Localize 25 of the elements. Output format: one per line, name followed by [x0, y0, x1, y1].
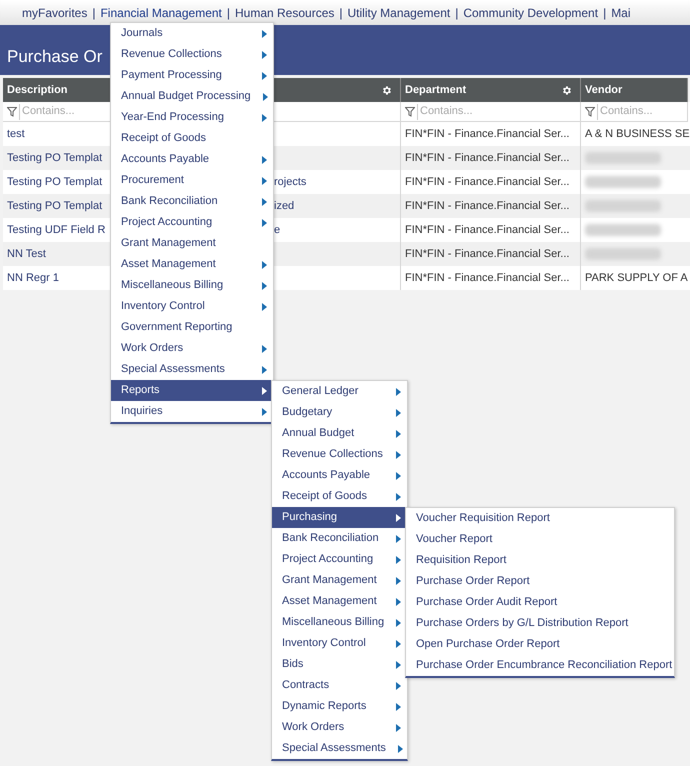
table-cell-text: rojects — [274, 174, 306, 190]
nav-separator: | — [226, 4, 230, 22]
table-cell-text: e — [274, 222, 280, 238]
table-cell-text: FIN*FIN - Finance.Financial Ser... — [405, 222, 570, 238]
table-cell-text: NN Test — [7, 246, 47, 262]
table-cell-text: PARK SUPPLY OF A — [585, 270, 688, 286]
nav-separator: | — [92, 4, 96, 22]
table-cell-text: FIN*FIN - Finance.Financial Ser... — [405, 150, 570, 166]
nav-separator: | — [603, 4, 606, 22]
table-cell-text: Testing PO Templat — [7, 150, 104, 166]
table-cell-text: A & N BUSINESS SE — [585, 126, 690, 142]
table-cell-text: FIN*FIN - Finance.Financial Ser... — [405, 126, 570, 142]
table-cell-text: FIN*FIN - Finance.Financial Ser... — [405, 270, 570, 286]
table-cell-text: FIN*FIN - Finance.Financial Ser... — [405, 174, 570, 190]
table-cell-text: Testing UDF Field R — [7, 222, 106, 238]
table-cell-text: Testing PO Templat — [7, 198, 104, 214]
nav-separator: | — [339, 4, 342, 22]
table-cell-text: FIN*FIN - Finance.Financial Ser... — [405, 246, 570, 262]
table-cell-text: Testing PO Templat — [7, 174, 104, 190]
nav-separator: | — [455, 4, 458, 22]
table-cell-text: ized — [274, 198, 294, 214]
table-cell-text: test — [7, 126, 26, 142]
table-cell-text: FIN*FIN - Finance.Financial Ser... — [405, 198, 570, 214]
table-cell-text: NN Regr 1 — [7, 270, 60, 286]
page-title: Purchase Or — [7, 46, 102, 68]
